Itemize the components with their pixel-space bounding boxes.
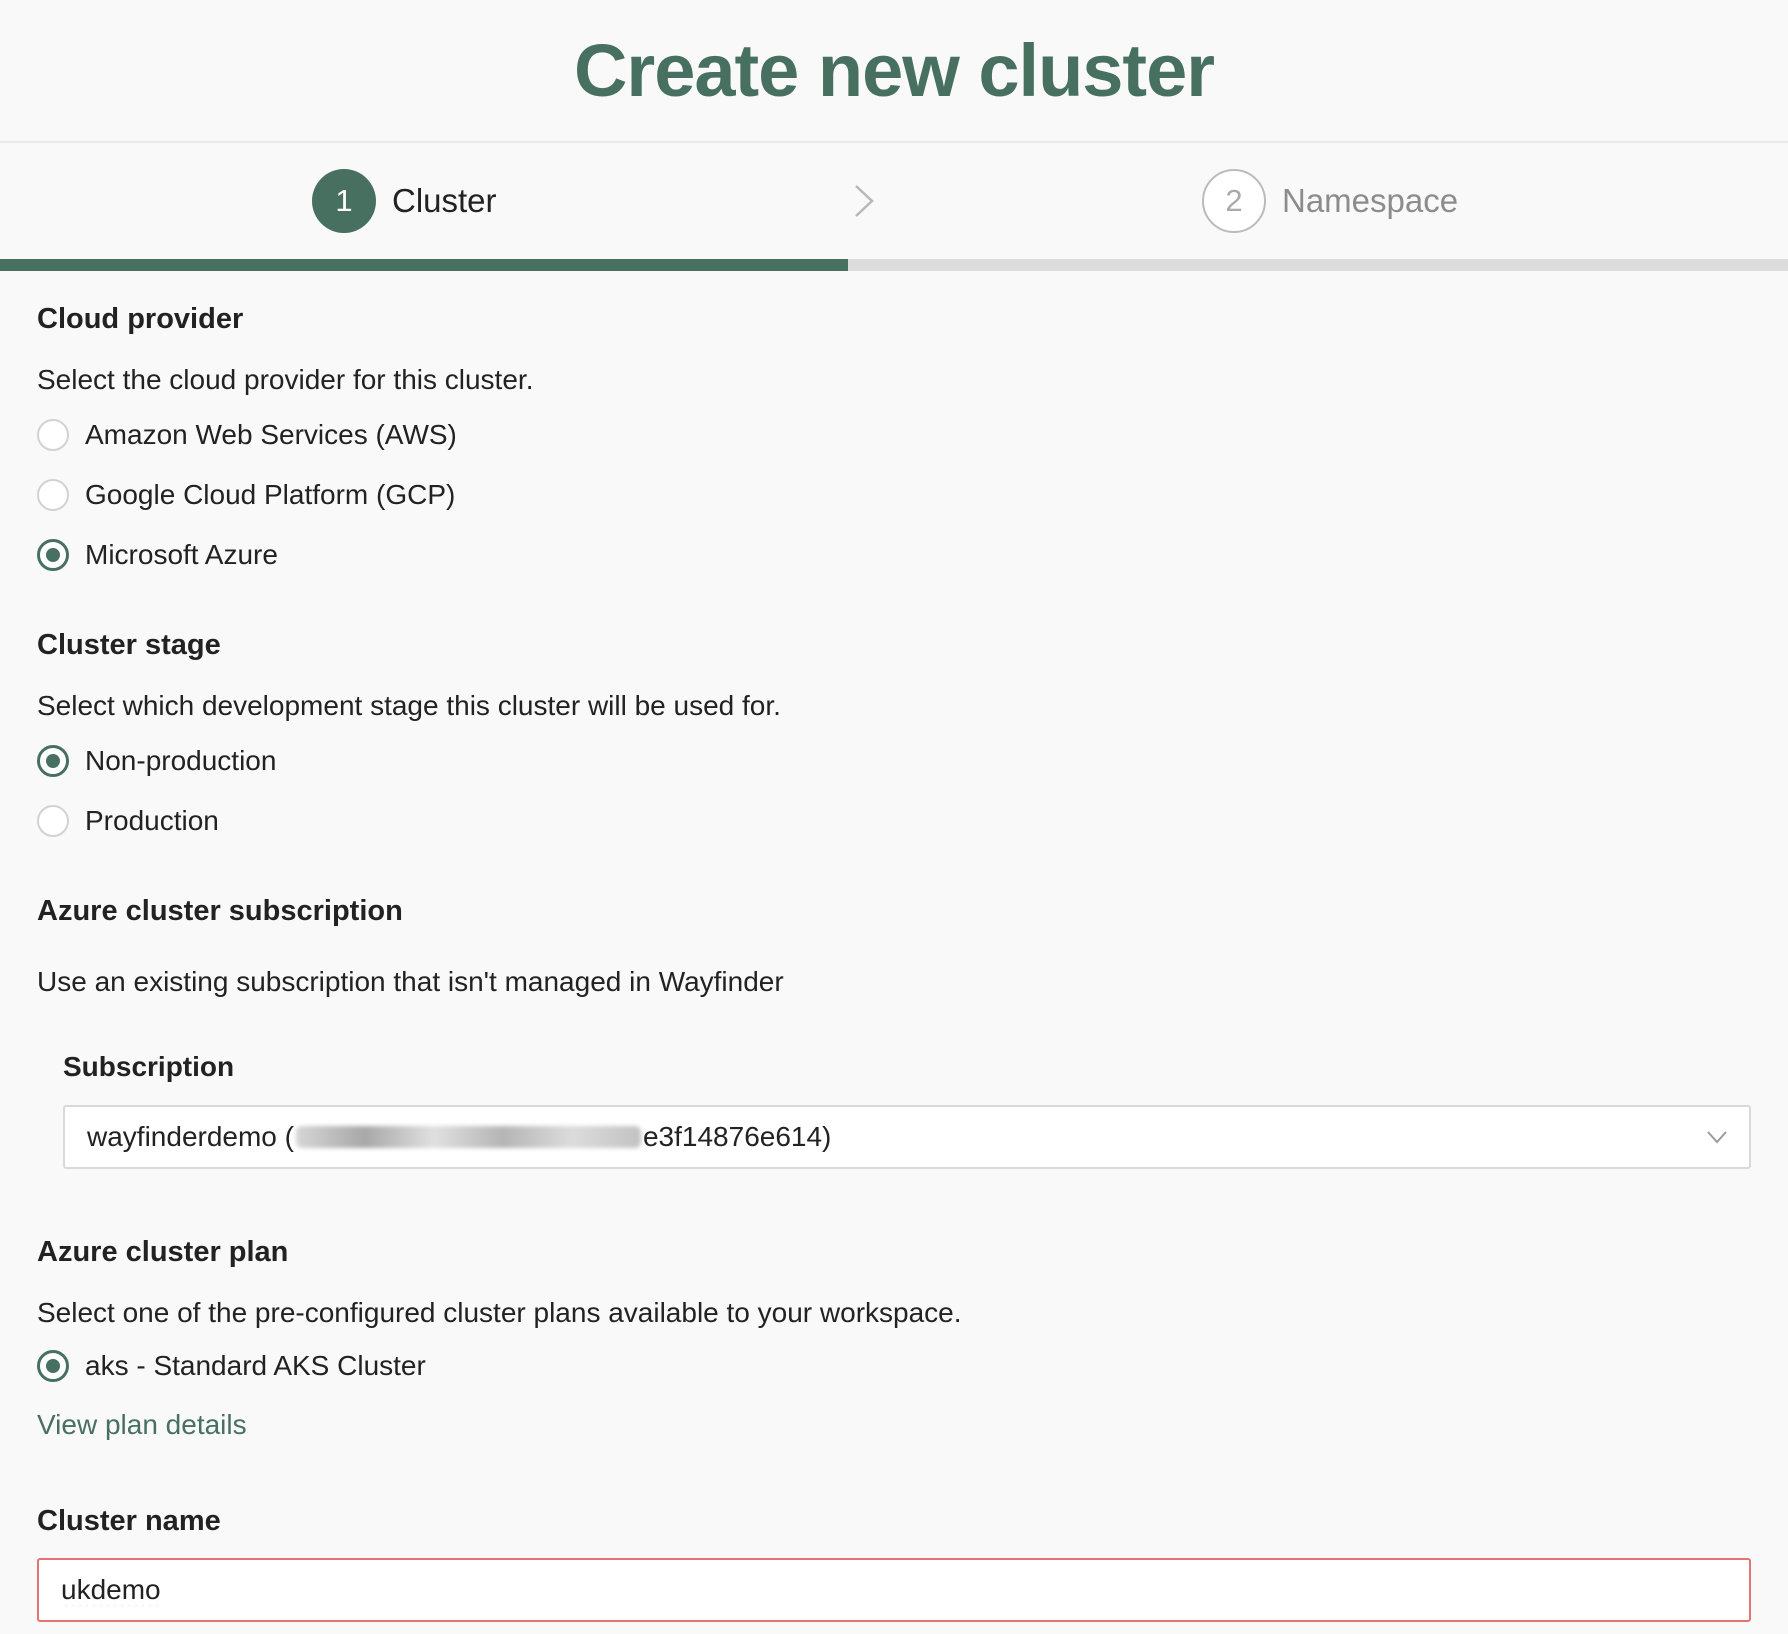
radio-button[interactable] — [37, 539, 69, 571]
radio-option-aws[interactable]: Amazon Web Services (AWS) — [37, 415, 457, 455]
radio-button[interactable] — [37, 479, 69, 511]
subscription-select[interactable]: wayfinderdemo ( e3f14876e614) — [63, 1105, 1751, 1169]
radio-button[interactable] — [37, 745, 69, 777]
step-label: Cluster — [392, 182, 497, 219]
cloud-provider-description: Select the cloud provider for this clust… — [37, 364, 534, 395]
cluster-name-heading: Cluster name — [37, 1505, 221, 1537]
radio-label: Microsoft Azure — [85, 539, 278, 570]
cluster-name-input[interactable] — [37, 1558, 1751, 1622]
radio-button[interactable] — [37, 805, 69, 837]
subscription-field-label: Subscription — [63, 1051, 235, 1082]
radio-option-non-production[interactable]: Non-production — [37, 741, 276, 781]
step-cluster[interactable]: 1 Cluster — [312, 169, 497, 233]
radio-label: Production — [85, 805, 219, 836]
chevron-right-icon — [855, 185, 874, 217]
stepper: 1 Cluster 2 Namespace — [0, 143, 1788, 260]
radio-button[interactable] — [37, 1350, 69, 1382]
step-label: Namespace — [1282, 182, 1459, 219]
subscription-value-prefix: wayfinderdemo ( — [87, 1121, 294, 1152]
cluster-plan-description: Select one of the pre-configured cluster… — [37, 1297, 962, 1328]
subscription-heading: Azure cluster subscription — [37, 895, 403, 927]
radio-label: aks - Standard AKS Cluster — [85, 1350, 426, 1381]
radio-label: Amazon Web Services (AWS) — [85, 419, 457, 450]
radio-button[interactable] — [37, 419, 69, 451]
cluster-stage-description: Select which development stage this clus… — [37, 690, 781, 721]
cluster-plan-heading: Azure cluster plan — [37, 1236, 289, 1268]
radio-option-gcp[interactable]: Google Cloud Platform (GCP) — [37, 475, 455, 515]
create-cluster-page: Create new cluster 1 Cluster 2 Namespace… — [0, 0, 1788, 1634]
view-plan-details-link[interactable]: View plan details — [37, 1409, 247, 1441]
step-progress-bar — [0, 259, 1788, 271]
step-number-badge: 1 — [312, 169, 376, 233]
step-progress-fill — [0, 259, 848, 271]
radio-option-aks-plan[interactable]: aks - Standard AKS Cluster — [37, 1346, 426, 1386]
redacted-id-blur — [295, 1126, 641, 1148]
cloud-provider-heading: Cloud provider — [37, 303, 244, 335]
radio-option-azure[interactable]: Microsoft Azure — [37, 535, 278, 575]
radio-label: Non-production — [85, 745, 277, 776]
step-number-badge: 2 — [1202, 169, 1266, 233]
cluster-stage-heading: Cluster stage — [37, 629, 221, 661]
page-title: Create new cluster — [573, 28, 1215, 112]
step-namespace[interactable]: 2 Namespace — [1202, 169, 1458, 233]
subscription-description: Use an existing subscription that isn't … — [37, 966, 784, 997]
subscription-value-suffix: e3f14876e614) — [642, 1121, 832, 1152]
radio-label: Google Cloud Platform (GCP) — [85, 479, 456, 510]
radio-option-production[interactable]: Production — [37, 801, 219, 841]
chevron-down-icon[interactable] — [1705, 1127, 1729, 1147]
